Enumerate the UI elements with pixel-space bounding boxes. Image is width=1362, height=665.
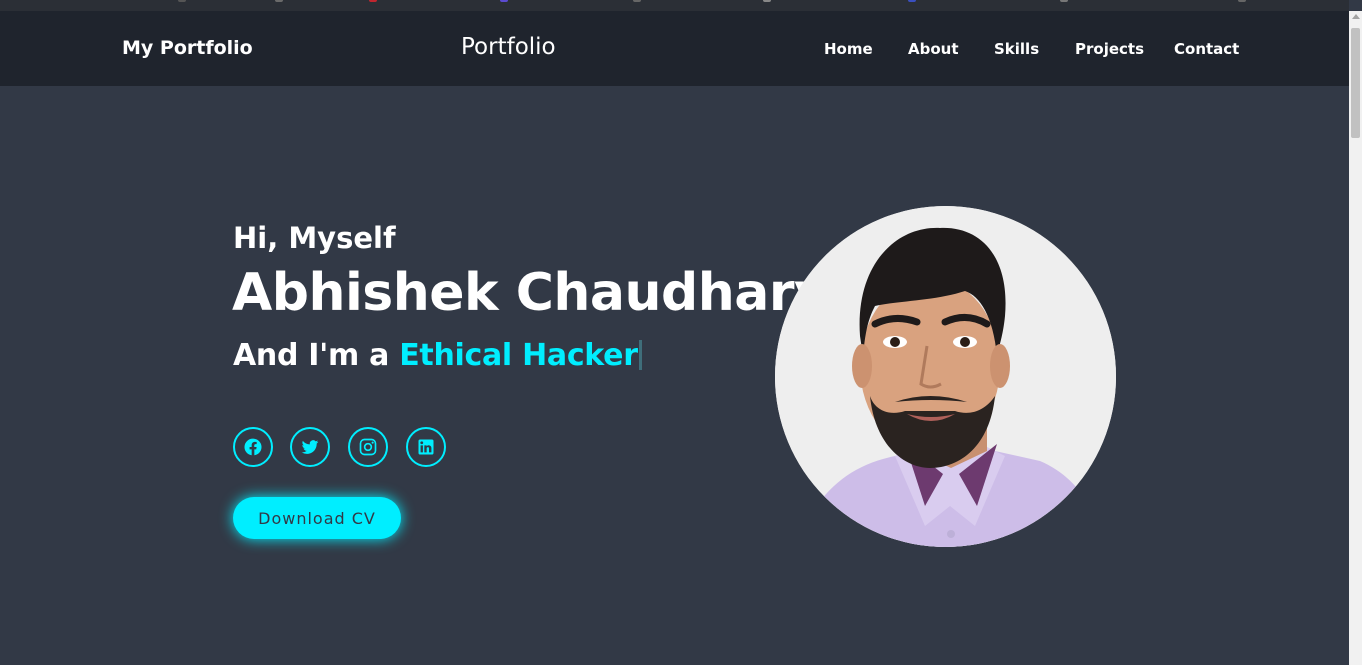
site-brand: Portfolio [461,34,556,60]
browser-top-strip [0,0,1349,11]
hero-name: Abhishek Chaudhary [232,263,828,323]
hero-role-highlight: Ethical Hacker [399,338,638,373]
twitter-icon [301,440,319,454]
facebook-link[interactable] [233,427,273,467]
site-logo[interactable]: My Portfolio [122,37,253,59]
linkedin-icon [418,439,434,455]
facebook-icon [244,438,262,456]
profile-photo [775,206,1116,547]
hero-role-prefix: And I'm a [233,338,400,373]
linkedin-link[interactable] [406,427,446,467]
nav-projects[interactable]: Projects [1075,40,1144,58]
twitter-link[interactable] [290,427,330,467]
scrollbar-thumb[interactable] [1351,28,1360,138]
nav-skills[interactable]: Skills [994,40,1039,58]
nav-about[interactable]: About [908,40,959,58]
typing-cursor [638,340,642,370]
nav-home[interactable]: Home [824,40,873,58]
hero-role: And I'm a Ethical Hacker [233,338,642,373]
instagram-icon [359,438,377,456]
page-scrollbar[interactable] [1349,11,1362,665]
nav-contact[interactable]: Contact [1174,40,1239,58]
site-header: My Portfolio Portfolio Home About Skills… [0,11,1349,86]
hero-greeting: Hi, Myself [233,221,396,255]
download-cv-button[interactable]: Download CV [233,497,401,539]
scroll-up-arrow-icon[interactable] [1351,14,1360,19]
instagram-link[interactable] [348,427,388,467]
profile-portrait-illustration [775,206,1116,547]
